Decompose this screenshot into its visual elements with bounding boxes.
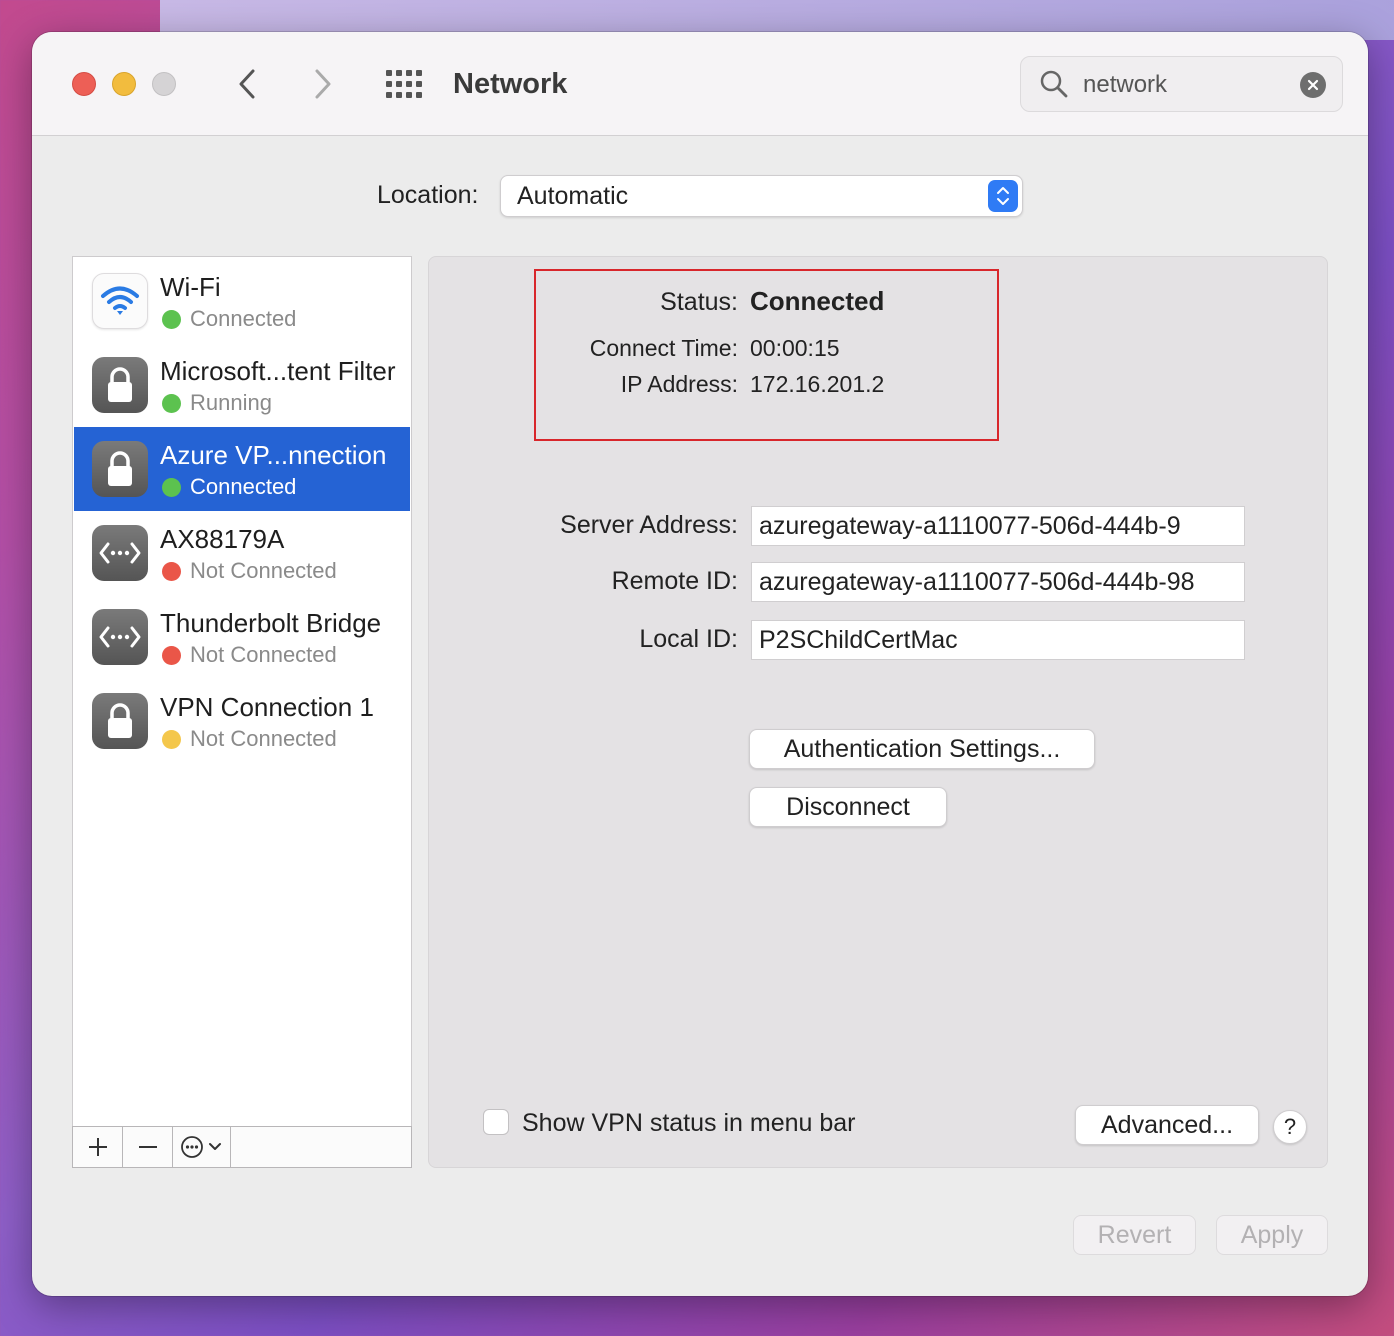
local-id-field[interactable]: P2SChildCertMac xyxy=(751,620,1245,660)
local-id-label: Local ID: xyxy=(639,625,738,653)
close-icon xyxy=(1307,79,1319,91)
show-all-button[interactable] xyxy=(384,68,424,100)
status-label: Status: xyxy=(660,288,738,316)
service-status: Running xyxy=(190,390,272,415)
location-label: Location: xyxy=(377,181,479,209)
wifi-icon xyxy=(92,273,148,329)
service-name: Microsoft...tent Filter xyxy=(160,356,396,386)
service-name: VPN Connection 1 xyxy=(160,692,374,722)
help-button[interactable]: ? xyxy=(1273,1110,1307,1144)
plus-icon xyxy=(88,1138,107,1156)
service-actions-button[interactable] xyxy=(173,1127,231,1167)
system-preferences-window: Network network Location: Automatic Wi-F… xyxy=(32,32,1368,1296)
service-name: Wi-Fi xyxy=(160,272,221,302)
server-address-label: Server Address: xyxy=(560,511,738,539)
server-address-field[interactable]: azuregateway-a1110077-506d-444b-9 xyxy=(751,506,1245,546)
service-item-wifi[interactable]: Wi-Fi Connected xyxy=(74,259,410,343)
service-status: Connected xyxy=(190,306,297,331)
status-indicator xyxy=(162,562,181,581)
connect-time-label: Connect Time: xyxy=(589,335,738,361)
ethernet-icon xyxy=(92,609,148,665)
service-item-ax88179a[interactable]: AX88179A Not Connected xyxy=(74,511,410,595)
service-item-azure-vpn[interactable]: Azure VP...nnection Connected xyxy=(74,427,410,511)
status-indicator xyxy=(162,394,181,413)
remote-id-label: Remote ID: xyxy=(611,567,738,595)
service-list: Wi-Fi Connected Microsoft...tent Filter … xyxy=(72,256,412,1168)
back-button[interactable] xyxy=(228,64,268,104)
show-vpn-status-label: Show VPN status in menu bar xyxy=(522,1109,856,1137)
service-list-toolbar xyxy=(72,1126,412,1168)
ellipsis-circle-icon xyxy=(180,1136,221,1158)
ip-address-value: 172.16.201.2 xyxy=(750,371,885,397)
service-status: Connected xyxy=(190,474,297,499)
disconnect-button[interactable]: Disconnect xyxy=(749,787,947,827)
window-title: Network xyxy=(453,68,568,100)
grid-icon xyxy=(386,70,422,98)
ethernet-icon xyxy=(92,525,148,581)
chevron-left-icon xyxy=(239,69,255,99)
add-service-button[interactable] xyxy=(73,1127,123,1167)
remove-service-button[interactable] xyxy=(123,1127,173,1167)
status-indicator xyxy=(162,478,181,497)
lock-icon xyxy=(92,441,148,497)
chevron-right-icon xyxy=(315,69,331,99)
lock-icon xyxy=(92,357,148,413)
status-value: Connected xyxy=(750,286,885,316)
location-select[interactable]: Automatic xyxy=(500,175,1023,217)
close-window-button[interactable] xyxy=(72,72,96,96)
status-indicator xyxy=(162,310,181,329)
connect-time-value: 00:00:15 xyxy=(750,335,840,361)
service-name: Azure VP...nnection xyxy=(160,440,387,470)
service-item-thunderbolt-bridge[interactable]: Thunderbolt Bridge Not Connected xyxy=(74,595,410,679)
location-value: Automatic xyxy=(517,182,629,210)
status-indicator xyxy=(162,730,181,749)
service-status: Not Connected xyxy=(190,726,337,751)
lock-icon xyxy=(92,693,148,749)
service-name: AX88179A xyxy=(160,524,285,554)
minimize-window-button[interactable] xyxy=(112,72,136,96)
service-item-content-filter[interactable]: Microsoft...tent Filter Running xyxy=(74,343,410,427)
updown-chevron-icon xyxy=(988,180,1018,212)
service-status: Not Connected xyxy=(190,642,337,667)
status-indicator xyxy=(162,646,181,665)
show-vpn-status-checkbox[interactable] xyxy=(483,1109,509,1135)
service-name: Thunderbolt Bridge xyxy=(160,608,382,638)
apply-button[interactable]: Apply xyxy=(1216,1215,1328,1255)
zoom-window-button[interactable] xyxy=(152,72,176,96)
remote-id-field[interactable]: azuregateway-a1110077-506d-444b-98 xyxy=(751,562,1245,602)
search-field[interactable]: network xyxy=(1020,56,1343,112)
authentication-settings-button[interactable]: Authentication Settings... xyxy=(749,729,1095,769)
search-input[interactable]: network xyxy=(1083,57,1167,113)
search-icon xyxy=(1040,70,1068,98)
minus-icon xyxy=(138,1146,157,1148)
service-status: Not Connected xyxy=(190,558,337,583)
advanced-button[interactable]: Advanced... xyxy=(1075,1105,1259,1145)
service-item-vpn-connection-1[interactable]: VPN Connection 1 Not Connected xyxy=(74,679,410,763)
ip-address-label: IP Address: xyxy=(620,371,738,397)
titlebar: Network network xyxy=(32,32,1368,136)
clear-search-button[interactable] xyxy=(1300,72,1326,98)
forward-button[interactable] xyxy=(302,64,342,104)
revert-button[interactable]: Revert xyxy=(1073,1215,1196,1255)
